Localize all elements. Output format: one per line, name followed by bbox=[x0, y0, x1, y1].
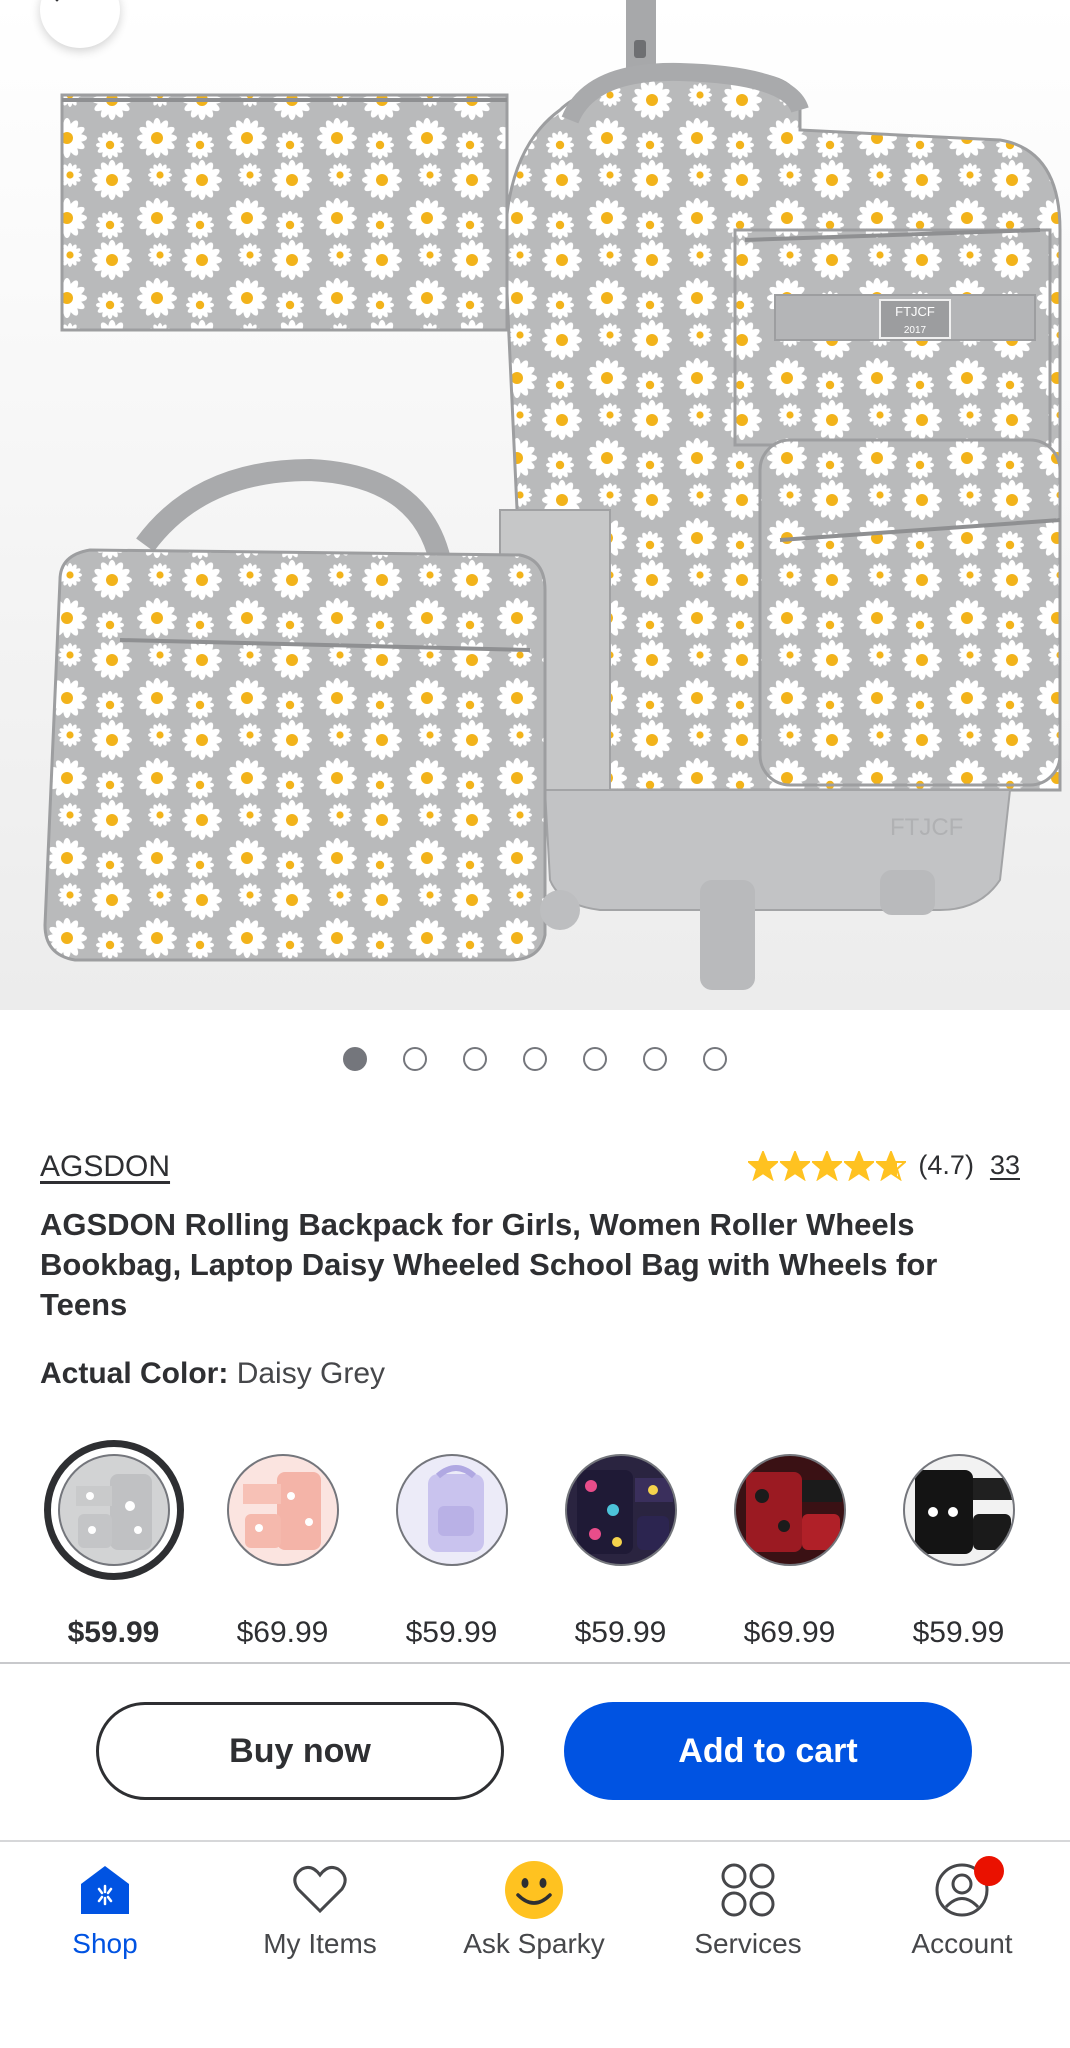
review-count-link[interactable]: 33 bbox=[990, 1150, 1020, 1181]
swatch-ring bbox=[720, 1440, 860, 1580]
account-icon bbox=[934, 1856, 1004, 1922]
variant-swatch[interactable]: $59.99 bbox=[29, 1440, 198, 1650]
brand-link[interactable]: AGSDON bbox=[40, 1150, 170, 1184]
divider bbox=[0, 1662, 1070, 1664]
star-icon bbox=[876, 1150, 907, 1181]
tab-my-items[interactable]: My Items bbox=[230, 1858, 410, 1960]
star-rating bbox=[748, 1150, 907, 1181]
star-icon bbox=[812, 1150, 843, 1181]
svg-text:FTJCF: FTJCF bbox=[890, 814, 963, 841]
backpack-set-illustration: FTJCF 2017 FTJCF bbox=[0, 0, 1070, 1010]
swatch-ring bbox=[889, 1440, 1029, 1580]
swatch-image-black bbox=[902, 1454, 1015, 1566]
swatch-image-pink-daisy bbox=[226, 1454, 339, 1566]
logo-patch-text: FTJCF bbox=[895, 304, 935, 319]
swatch-image-navy-floral bbox=[564, 1454, 677, 1566]
swatch-ring bbox=[43, 1440, 184, 1580]
svg-text:2017: 2017 bbox=[904, 325, 927, 336]
variant-price: $59.99 bbox=[67, 1616, 160, 1649]
selected-color: Actual Color: Daisy Grey bbox=[40, 1357, 385, 1391]
tab-label: Services bbox=[694, 1928, 802, 1959]
product-image[interactable]: FTJCF 2017 FTJCF bbox=[0, 0, 1070, 1010]
sparky-icon bbox=[503, 1858, 565, 1922]
tab-ask-sparky[interactable]: Ask Sparky bbox=[444, 1858, 624, 1960]
swatch-ring bbox=[213, 1440, 353, 1580]
star-icon bbox=[780, 1150, 811, 1181]
rating-value: (4.7) bbox=[918, 1150, 974, 1180]
variant-swatch[interactable]: $59.99 bbox=[874, 1440, 1043, 1650]
variant-price: $59.99 bbox=[405, 1616, 498, 1649]
carousel-dot[interactable] bbox=[463, 1047, 487, 1071]
notification-badge bbox=[974, 1856, 1004, 1886]
add-to-cart-button[interactable]: Add to cart bbox=[564, 1702, 972, 1800]
tab-account[interactable]: Account bbox=[872, 1856, 1052, 1960]
carousel-dot[interactable] bbox=[643, 1047, 667, 1071]
variant-price: $59.99 bbox=[574, 1616, 667, 1649]
variant-swatch[interactable]: $59.99 bbox=[367, 1440, 536, 1650]
variant-swatch[interactable]: $69.99 bbox=[705, 1440, 874, 1650]
variant-price: $59.99 bbox=[912, 1616, 1005, 1649]
variant-price: $69.99 bbox=[743, 1616, 836, 1649]
shop-icon bbox=[77, 1858, 133, 1922]
carousel-dot[interactable] bbox=[583, 1047, 607, 1071]
color-label: Actual Color: bbox=[40, 1357, 229, 1390]
tab-label: Account bbox=[911, 1928, 1013, 1959]
variant-swatches: $59.99 $69.99 $59.99 $59.99 $69.99 $59.9… bbox=[0, 1440, 1070, 1670]
divider bbox=[0, 1840, 1070, 1842]
variant-swatch[interactable]: $59.99 bbox=[536, 1440, 705, 1650]
bottom-tab-bar: Shop My Items Ask Sparky Services Accoun… bbox=[0, 1856, 1070, 1978]
carousel-dot[interactable] bbox=[343, 1047, 367, 1071]
variant-swatch[interactable]: $69.99 bbox=[198, 1440, 367, 1650]
swatch-ring bbox=[551, 1440, 691, 1580]
product-title: AGSDON Rolling Backpack for Girls, Women… bbox=[40, 1207, 938, 1322]
heart-icon bbox=[292, 1858, 348, 1922]
color-value: Daisy Grey bbox=[236, 1357, 386, 1390]
star-icon bbox=[748, 1150, 779, 1181]
rating-summary[interactable]: (4.7) 33 bbox=[748, 1150, 1020, 1181]
carousel-dot[interactable] bbox=[403, 1047, 427, 1071]
buy-now-button[interactable]: Buy now bbox=[96, 1702, 504, 1800]
carousel-dot[interactable] bbox=[703, 1047, 727, 1071]
services-icon bbox=[720, 1858, 776, 1922]
carousel-dot[interactable] bbox=[523, 1047, 547, 1071]
swatch-image-lavender bbox=[395, 1454, 508, 1566]
swatch-image-daisy-grey bbox=[57, 1454, 170, 1566]
variant-price: $69.99 bbox=[236, 1616, 329, 1649]
tab-shop[interactable]: Shop bbox=[15, 1858, 195, 1960]
tab-services[interactable]: Services bbox=[658, 1858, 838, 1960]
tab-label: My Items bbox=[263, 1928, 377, 1959]
swatch-ring bbox=[382, 1440, 522, 1580]
swatch-image-red-black bbox=[733, 1454, 846, 1566]
tab-label: Ask Sparky bbox=[463, 1928, 605, 1959]
heart-icon bbox=[55, 0, 59, 2]
star-icon bbox=[844, 1150, 875, 1181]
carousel-indicator bbox=[0, 1047, 1070, 1071]
tab-label: Shop bbox=[72, 1928, 138, 1959]
